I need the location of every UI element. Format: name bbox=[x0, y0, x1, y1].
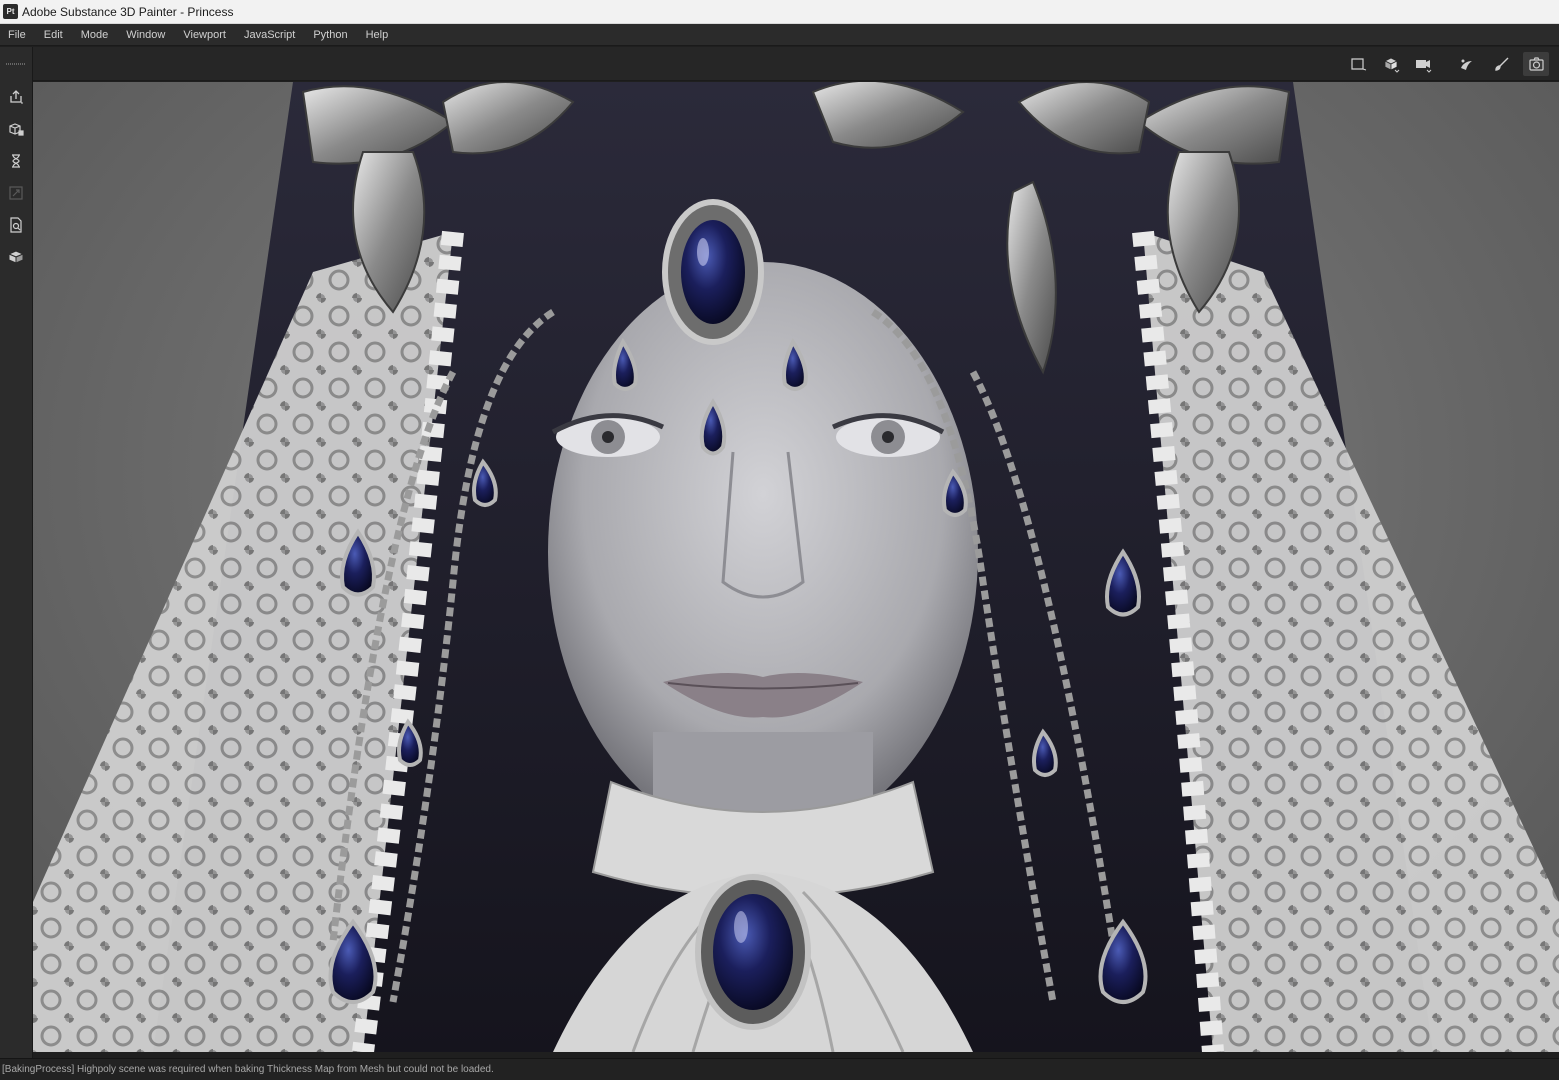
document-search-icon bbox=[10, 217, 22, 233]
export-icon bbox=[10, 90, 23, 104]
3d-view-button[interactable] bbox=[1378, 52, 1404, 76]
mesh-button[interactable] bbox=[4, 245, 28, 269]
camera-icon bbox=[1415, 59, 1431, 73]
menu-viewport[interactable]: Viewport bbox=[174, 24, 235, 46]
screenshot-icon bbox=[1528, 56, 1544, 71]
paint-brush-icon bbox=[1494, 57, 1508, 71]
menu-bar: File Edit Mode Window Viewport JavaScrip… bbox=[0, 24, 1559, 46]
3d-viewport[interactable] bbox=[33, 82, 1559, 1052]
bake-mesh-icon bbox=[9, 123, 24, 136]
render-princess-model bbox=[33, 82, 1559, 1052]
status-message: [BakingProcess] Highpoly scene was requi… bbox=[2, 1064, 494, 1075]
iray-render-icon bbox=[1460, 59, 1472, 70]
screenshot-button[interactable] bbox=[1523, 52, 1549, 76]
iray-render-button[interactable] bbox=[1453, 52, 1479, 76]
menu-mode[interactable]: Mode bbox=[72, 24, 118, 46]
bake-progress-button[interactable] bbox=[4, 149, 28, 173]
3d-cube-icon bbox=[1383, 57, 1399, 73]
toolbar-grip-handle[interactable] bbox=[6, 63, 26, 65]
export-button[interactable] bbox=[4, 85, 28, 109]
hourglass-icon bbox=[12, 154, 20, 168]
transform-icon bbox=[9, 186, 23, 200]
uv-view-button[interactable] bbox=[1345, 52, 1371, 76]
mesh-box-icon bbox=[8, 250, 24, 264]
menu-window[interactable]: Window bbox=[117, 24, 174, 46]
menu-edit[interactable]: Edit bbox=[35, 24, 72, 46]
log-button[interactable] bbox=[4, 213, 28, 237]
title-bar: Pt Adobe Substance 3D Painter - Princess bbox=[0, 0, 1559, 24]
window-title: Adobe Substance 3D Painter - Princess bbox=[22, 4, 234, 19]
left-toolbar bbox=[0, 47, 33, 1058]
menu-file[interactable]: File bbox=[0, 24, 35, 46]
bake-mesh-button[interactable] bbox=[4, 117, 28, 141]
paint-mode-button[interactable] bbox=[1488, 52, 1514, 76]
menu-help[interactable]: Help bbox=[357, 24, 398, 46]
viewport-toolbar bbox=[33, 47, 1559, 81]
menu-python[interactable]: Python bbox=[304, 24, 356, 46]
substance-painter-logo-icon: Pt bbox=[3, 4, 18, 19]
camera-button[interactable] bbox=[1410, 52, 1436, 76]
uv-view-icon bbox=[1350, 57, 1366, 70]
menu-javascript[interactable]: JavaScript bbox=[235, 24, 304, 46]
transform-button[interactable] bbox=[4, 181, 28, 205]
status-bar: [BakingProcess] Highpoly scene was requi… bbox=[0, 1058, 1559, 1080]
